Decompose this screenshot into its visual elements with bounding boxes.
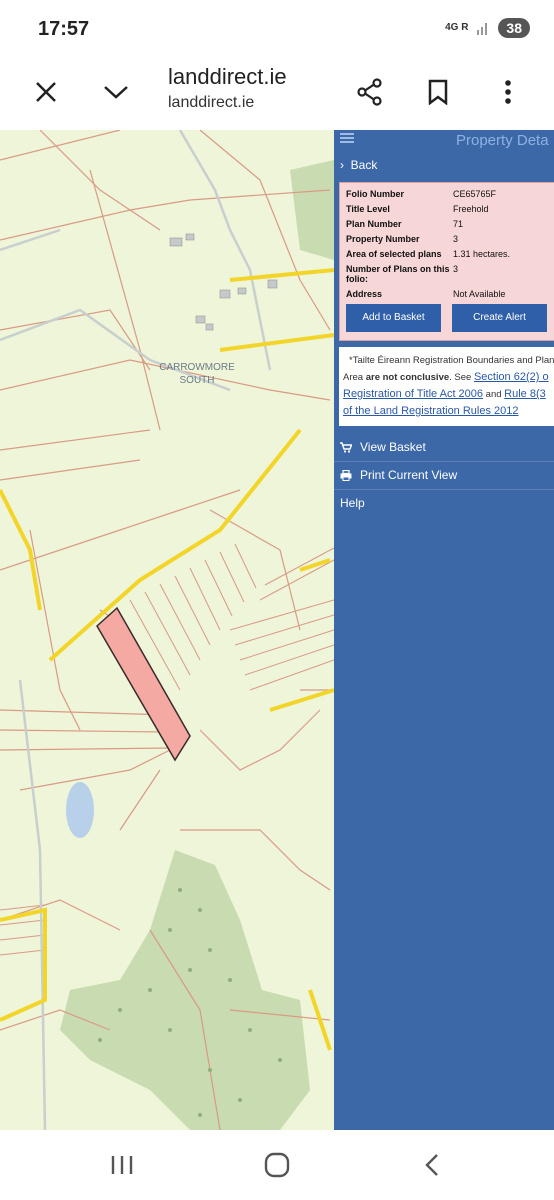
section-62-link[interactable]: Section 62(2) o [474, 371, 549, 383]
info-row-property-number: Property Number 3 [346, 234, 552, 244]
share-icon[interactable] [350, 72, 390, 112]
hamburger-menu-icon[interactable] [340, 132, 354, 144]
note-text-2: . See [449, 372, 474, 383]
property-panel: Property Deta › Back Folio Number CE6576… [334, 130, 554, 1130]
info-value: Not Available [453, 289, 506, 299]
battery-indicator: 38 [498, 18, 530, 38]
note-line-4: of the Land Registration Rules 2012 [343, 403, 554, 420]
info-row-address: Address Not Available [346, 289, 552, 299]
status-icons: 4G R 38 [445, 18, 530, 38]
info-label: Property Number [346, 234, 420, 244]
disclaimer-note: *Tailte Éireann Registration Boundaries … [339, 347, 554, 426]
info-label: Title Level [346, 204, 390, 214]
help-menu-item[interactable]: Help [334, 490, 554, 517]
lake [66, 782, 94, 838]
note-text: Area [343, 372, 366, 383]
rule-8-link[interactable]: Rule 8(3 [504, 388, 546, 400]
note-and: and [483, 389, 505, 400]
status-time: 17:57 [38, 18, 90, 40]
place-label: CARROWMORE [159, 362, 235, 373]
registration-act-link[interactable]: Registration of Title Act 2006 [343, 388, 483, 400]
info-label: Area of selected plans [346, 249, 442, 259]
back-link[interactable]: › Back [334, 152, 554, 178]
close-icon[interactable] [26, 72, 66, 112]
info-label: Folio Number [346, 189, 404, 199]
recent-apps-icon[interactable] [102, 1150, 142, 1180]
info-value: 71 [453, 219, 464, 229]
system-nav-bar [0, 1130, 554, 1200]
info-value: 3 [453, 264, 459, 274]
view-basket-label: View Basket [360, 440, 426, 454]
info-row-plan-number: Plan Number 71 [346, 219, 552, 229]
info-value: 3 [453, 234, 459, 244]
land-registration-rules-link[interactable]: of the Land Registration Rules 2012 [343, 405, 519, 417]
network-label: 4G [445, 22, 459, 33]
print-view-menu-item[interactable]: Print Current View [334, 462, 554, 490]
help-label: Help [340, 496, 365, 510]
home-icon[interactable] [257, 1150, 297, 1180]
note-bold: are not conclusive [365, 372, 450, 383]
panel-header: Property Deta [334, 130, 554, 152]
browser-toolbar: landdirect.ie landdirect.ie [0, 58, 554, 130]
bookmark-icon[interactable] [418, 72, 458, 112]
back-nav-icon[interactable] [412, 1150, 452, 1180]
chevron-down-icon[interactable] [96, 72, 136, 112]
info-row-number-of-plans: Number of Plans on this folio: 3 [346, 264, 552, 284]
view-basket-menu-item[interactable]: View Basket [334, 434, 554, 462]
map-view[interactable]: CARROWMORE SOUTH [0, 130, 334, 1130]
note-line-2: Area are not conclusive. See Section 62(… [343, 369, 554, 386]
panel-title: Property Deta [456, 132, 549, 149]
info-row-folio: Folio Number CE65765F [346, 189, 552, 199]
info-row-title-level: Title Level Freehold [346, 204, 552, 214]
note-line-3: Registration of Title Act 2006 and Rule … [343, 386, 554, 403]
action-buttons: Add to Basket Create Alert [346, 304, 552, 332]
page-url[interactable]: landdirect.ie [168, 94, 254, 112]
network-indicator: 4G R [445, 23, 468, 33]
info-value: Freehold [453, 204, 489, 214]
create-alert-button[interactable]: Create Alert [452, 304, 547, 332]
print-view-label: Print Current View [360, 468, 458, 482]
print-icon [340, 470, 352, 481]
map-canvas[interactable]: CARROWMORE SOUTH [0, 130, 334, 1130]
page-title[interactable]: landdirect.ie [168, 64, 287, 90]
signal-icon [477, 23, 488, 35]
back-label: Back [350, 158, 378, 172]
property-info-box: Folio Number CE65765F Title Level Freeho… [339, 182, 554, 341]
info-value: 1.31 hectares. [453, 249, 511, 259]
place-label-2: SOUTH [180, 375, 215, 386]
network-roaming-label: R [461, 22, 469, 33]
cart-icon [340, 442, 352, 453]
note-line-1: *Tailte Éireann Registration Boundaries … [349, 355, 554, 366]
info-label: Number of Plans on this folio: [346, 264, 450, 284]
chevron-right-icon: › [340, 158, 344, 172]
add-to-basket-button[interactable]: Add to Basket [346, 304, 441, 332]
status-bar: 17:57 4G R 38 [0, 0, 554, 58]
more-options-icon[interactable] [488, 72, 528, 112]
info-label: Address [346, 289, 383, 299]
info-label: Plan Number [346, 219, 402, 229]
info-row-area: Area of selected plans 1.31 hectares. [346, 249, 552, 259]
info-value: CE65765F [453, 189, 497, 199]
